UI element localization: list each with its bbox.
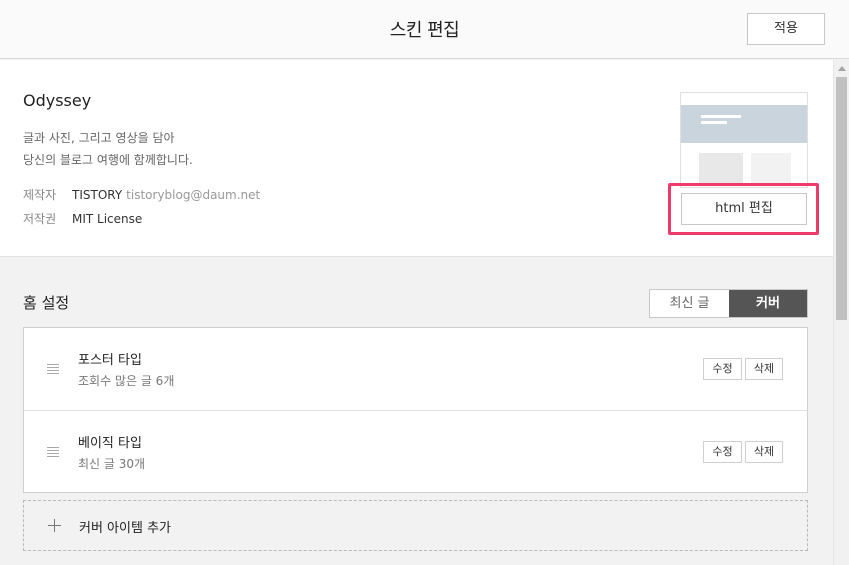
apply-button[interactable]: 적용 <box>747 13 825 45</box>
skin-description-line: 글과 사진, 그리고 영상을 담아 <box>23 131 175 145</box>
item-subtitle: 최신 글 30개 <box>78 457 146 471</box>
preview-card <box>751 153 791 183</box>
preview-hero-text <box>701 115 741 118</box>
preview-hero <box>681 105 807 143</box>
maker-label: 제작자 <box>23 188 57 202</box>
skin-name: Odyssey <box>23 91 92 110</box>
skin-description: 글과 사진, 그리고 영상을 담아 당신의 블로그 여행에 함께합니다. <box>23 127 193 171</box>
add-cover-item-label: 커버 아이템 추가 <box>79 521 171 536</box>
home-type-toggle: 최신 글 커버 <box>649 289 808 318</box>
item-title: 베이직 타입 <box>78 436 142 451</box>
scrollbar[interactable] <box>833 60 849 565</box>
preview-card <box>699 153 743 183</box>
skin-info-panel: Odyssey 글과 사진, 그리고 영상을 담아 당신의 블로그 여행에 함께… <box>0 60 833 257</box>
scrollbar-thumb[interactable] <box>836 77 847 320</box>
html-edit-highlight: html 편집 <box>668 183 819 235</box>
drag-handle-icon[interactable] <box>47 364 59 374</box>
home-settings-title: 홈 설정 <box>23 294 70 312</box>
maker-email: tistoryblog@daum.net <box>126 188 261 202</box>
preview-hero-text <box>701 121 727 124</box>
preview-nav <box>681 93 807 105</box>
html-edit-button[interactable]: html 편집 <box>681 193 807 225</box>
skin-description-line: 당신의 블로그 여행에 함께합니다. <box>23 153 193 167</box>
top-bar: 스킨 편집 적용 <box>0 0 849 59</box>
plus-icon <box>48 519 61 532</box>
tab-cover[interactable]: 커버 <box>729 290 807 317</box>
drag-handle-icon[interactable] <box>47 447 59 457</box>
delete-button[interactable]: 삭제 <box>745 441 783 463</box>
add-cover-item-button[interactable]: 커버 아이템 추가 <box>23 500 808 551</box>
license-value: MIT License <box>72 212 143 226</box>
edit-button[interactable]: 수정 <box>703 441 742 463</box>
maker-row: 제작자 TISTORY tistoryblog@daum.net <box>23 186 260 203</box>
page-title: 스킨 편집 <box>389 20 460 41</box>
list-item: 포스터 타입 조회수 많은 글 6개 수정 삭제 <box>24 328 807 410</box>
license-label: 저작권 <box>23 212 57 226</box>
maker-value: TISTORY <box>72 188 123 202</box>
tab-latest-posts[interactable]: 최신 글 <box>650 290 729 317</box>
cover-item-list: 포스터 타입 조회수 많은 글 6개 수정 삭제 베이직 타입 최신 글 30개… <box>23 327 808 493</box>
list-item: 베이직 타입 최신 글 30개 수정 삭제 <box>24 410 807 492</box>
scroll-up-arrow-icon[interactable] <box>838 66 846 71</box>
edit-button[interactable]: 수정 <box>703 358 742 380</box>
item-subtitle: 조회수 많은 글 6개 <box>78 374 175 388</box>
delete-button[interactable]: 삭제 <box>745 358 783 380</box>
skin-preview-thumbnail <box>680 92 808 188</box>
item-title: 포스터 타입 <box>78 353 142 368</box>
license-row: 저작권 MIT License <box>23 210 142 227</box>
